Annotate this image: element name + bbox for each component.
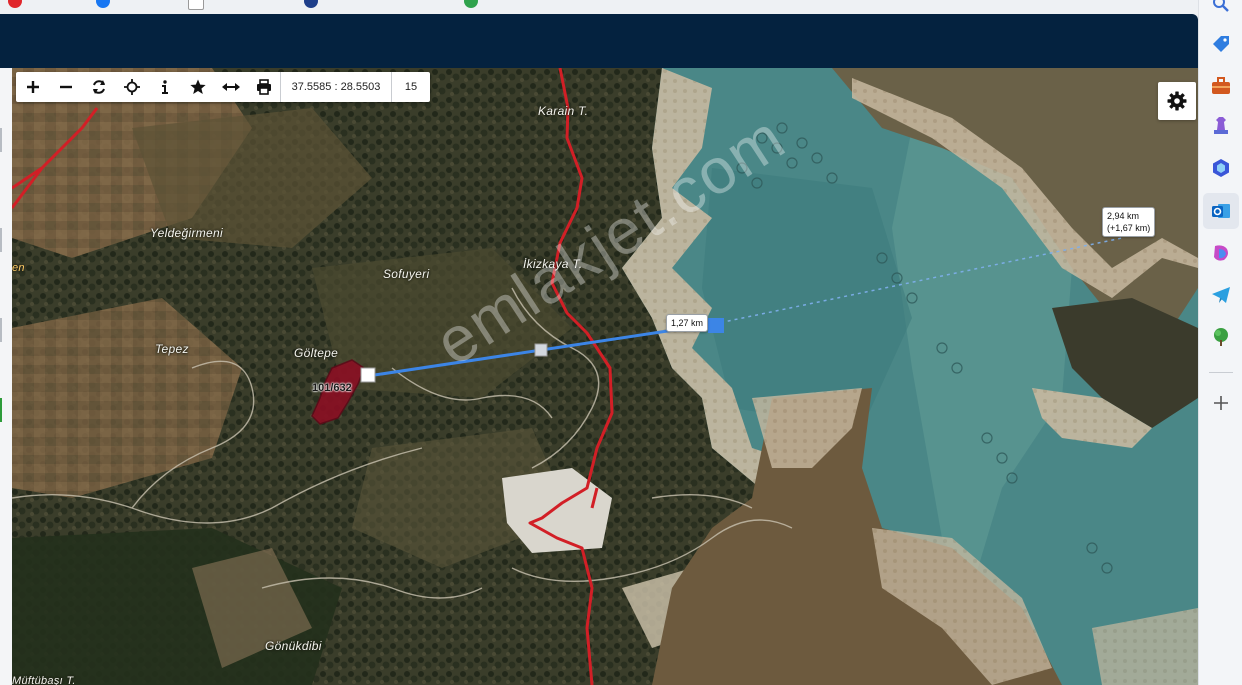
search-icon[interactable]	[1209, 0, 1233, 16]
zoom-level: 15	[391, 72, 430, 102]
telegram-icon[interactable]	[1209, 283, 1233, 307]
satellite-map[interactable]: Karain T. Yeldeğirmeni Sofuyeri İkizkaya…	[12, 68, 1198, 685]
crosshair-icon	[123, 79, 140, 95]
info-icon	[161, 80, 168, 94]
briefcase-icon[interactable]	[1209, 74, 1233, 98]
tree-icon[interactable]	[1209, 325, 1233, 349]
map-toolbar: 37.5585 : 28.5503 15	[16, 72, 430, 102]
place-label: Tepez	[155, 342, 189, 356]
place-label: Karain T.	[538, 104, 589, 118]
place-label: Yeldeğirmeni	[150, 226, 223, 240]
minus-icon	[59, 85, 72, 89]
favorite-button[interactable]	[181, 72, 214, 102]
distance-label: 2,94 km (+1,67 km)	[1102, 207, 1156, 237]
bookmark-icon[interactable]	[96, 0, 110, 8]
copilot-icon[interactable]	[1209, 241, 1233, 265]
left-panel-edge	[0, 68, 12, 685]
map-imagery	[12, 68, 1198, 685]
place-label: Gönükdibi	[265, 639, 322, 653]
measure-icon	[221, 83, 240, 91]
bookmarks-bar	[0, 0, 1198, 14]
locate-button[interactable]	[115, 72, 148, 102]
place-label: Göltepe	[294, 346, 339, 360]
site-header	[0, 14, 1198, 68]
zoom-out-button[interactable]	[49, 72, 82, 102]
bookmark-icon[interactable]	[8, 0, 22, 8]
place-label: Müftübaşı T.	[12, 675, 76, 685]
distance-label: 1,27 km	[666, 314, 709, 332]
tag-icon[interactable]	[1209, 32, 1233, 56]
plus-icon	[26, 81, 39, 93]
hexagon-icon[interactable]	[1209, 156, 1233, 180]
bookmark-icon[interactable]	[464, 0, 478, 8]
bookmark-icon[interactable]	[304, 0, 318, 8]
parcel-label[interactable]: 101/632	[312, 382, 352, 394]
outlook-icon[interactable]	[1209, 199, 1233, 223]
info-button[interactable]	[148, 72, 181, 102]
sidebar-divider	[1209, 372, 1233, 373]
measure-button[interactable]	[214, 72, 247, 102]
chess-icon[interactable]	[1209, 114, 1233, 138]
bookmark-icon[interactable]	[188, 0, 204, 10]
zoom-in-button[interactable]	[16, 72, 49, 102]
place-label: en	[12, 262, 25, 274]
star-icon	[189, 79, 206, 94]
add-icon[interactable]	[1209, 391, 1233, 415]
settings-button[interactable]	[1158, 82, 1196, 120]
place-label: Sofuyeri	[383, 267, 430, 281]
printer-icon	[256, 79, 271, 95]
print-button[interactable]	[247, 72, 280, 102]
gear-icon	[1167, 91, 1187, 111]
refresh-button[interactable]	[82, 72, 115, 102]
browser-sidebar	[1198, 0, 1242, 685]
refresh-icon	[92, 80, 105, 94]
coordinate-readout: 37.5585 : 28.5503	[280, 72, 391, 102]
